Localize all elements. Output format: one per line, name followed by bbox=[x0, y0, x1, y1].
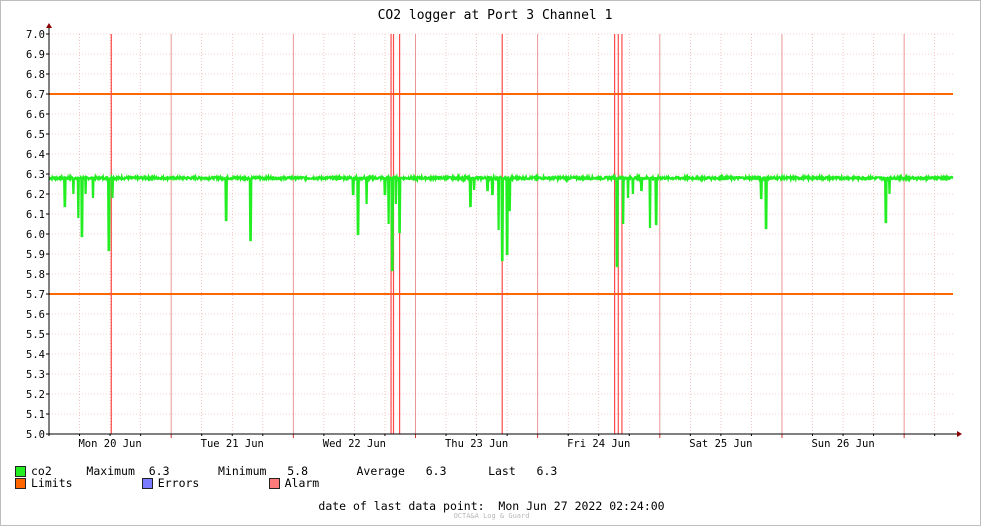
legend-last-value: 6.3 bbox=[536, 464, 558, 478]
y-tick-label: 6.7 bbox=[26, 89, 45, 101]
y-tick-label: 6.6 bbox=[26, 109, 45, 121]
legend-alarm-label: Alarm bbox=[284, 476, 320, 490]
y-tick-labels: 5.0 5.1 5.2 5.3 5.4 5.5 5.6 5.7 5.8 5.9 6.0 6.1 6.2 6… bbox=[26, 29, 45, 441]
y-tick-label: 6.2 bbox=[26, 189, 45, 201]
y-tick-label: 6.9 bbox=[26, 49, 45, 61]
y-tick-label: 6.3 bbox=[26, 169, 45, 181]
co2-series-line bbox=[48, 172, 954, 272]
y-axis-arrow bbox=[46, 23, 52, 28]
x-tick-label: Tue 21 Jun bbox=[201, 438, 264, 450]
last-data-point: date of last data point: Mon Jun 27 2022… bbox=[1, 499, 981, 513]
y-tick-label: 5.8 bbox=[26, 269, 45, 281]
x-tick-label: Mon 20 Jun bbox=[78, 438, 141, 450]
legend-row-status: Limits Errors Alarm bbox=[15, 476, 319, 490]
legend-avg-value: 6.3 bbox=[425, 464, 447, 478]
alarm-swatch bbox=[268, 477, 280, 489]
y-tick-label: 5.7 bbox=[26, 289, 45, 301]
y-tick-label: 5.4 bbox=[26, 349, 45, 361]
y-tick-label: 5.5 bbox=[26, 329, 45, 341]
y-tick-label: 5.9 bbox=[26, 249, 45, 261]
chart-svg: CO2 logger at Port 3 Channel 1 5.0 5.1 5.2… bbox=[26, 8, 962, 450]
y-tick-label: 6.4 bbox=[26, 149, 45, 161]
last-data-point-value: Mon Jun 27 2022 02:24:00 bbox=[498, 499, 665, 513]
y-tick-label: 5.1 bbox=[26, 409, 45, 421]
chart-title: CO2 logger at Port 3 Channel 1 bbox=[378, 8, 613, 23]
y-tick-label: 6.8 bbox=[26, 69, 45, 81]
y-tick-label: 5.0 bbox=[26, 429, 45, 441]
y-tick-label: 6.1 bbox=[26, 209, 45, 221]
y-tick-label: 5.6 bbox=[26, 309, 45, 321]
legend-last-label: Last bbox=[488, 464, 516, 478]
errors-swatch bbox=[141, 477, 153, 489]
y-tick-label: 5.2 bbox=[26, 389, 45, 401]
credit-text: OCTA&A Log & Guard bbox=[453, 512, 530, 520]
co2-swatch bbox=[15, 465, 26, 477]
last-data-point-label: date of last data point: bbox=[318, 499, 485, 513]
y-tick-label: 6.5 bbox=[26, 129, 45, 141]
y-tick-label: 5.3 bbox=[26, 369, 45, 381]
y-tick-label: 6.0 bbox=[26, 229, 45, 241]
y-tick-label: 7.0 bbox=[26, 29, 45, 41]
x-axis-arrow bbox=[957, 431, 962, 437]
limits-swatch bbox=[15, 477, 26, 489]
x-tick-label: Fri 24 Jun bbox=[567, 438, 630, 450]
x-tick-labels: Mon 20 Jun Tue 21 Jun Wed 22 Jun Thu 23 Jun… bbox=[78, 438, 874, 450]
x-tick-label: Thu 23 Jun bbox=[445, 438, 508, 450]
legend-errors-label: Errors bbox=[157, 476, 200, 490]
x-tick-label: Sat 25 Jun bbox=[689, 438, 752, 450]
x-tick-label: Wed 22 Jun bbox=[323, 438, 386, 450]
legend-limits-label: Limits bbox=[31, 476, 73, 490]
chart-frame: CO2 logger at Port 3 Channel 1 5.0 5.1 5.2… bbox=[0, 0, 981, 526]
legend-avg-label: Average bbox=[356, 464, 405, 478]
axes bbox=[46, 23, 962, 438]
x-tick-label: Sun 26 Jun bbox=[811, 438, 874, 450]
